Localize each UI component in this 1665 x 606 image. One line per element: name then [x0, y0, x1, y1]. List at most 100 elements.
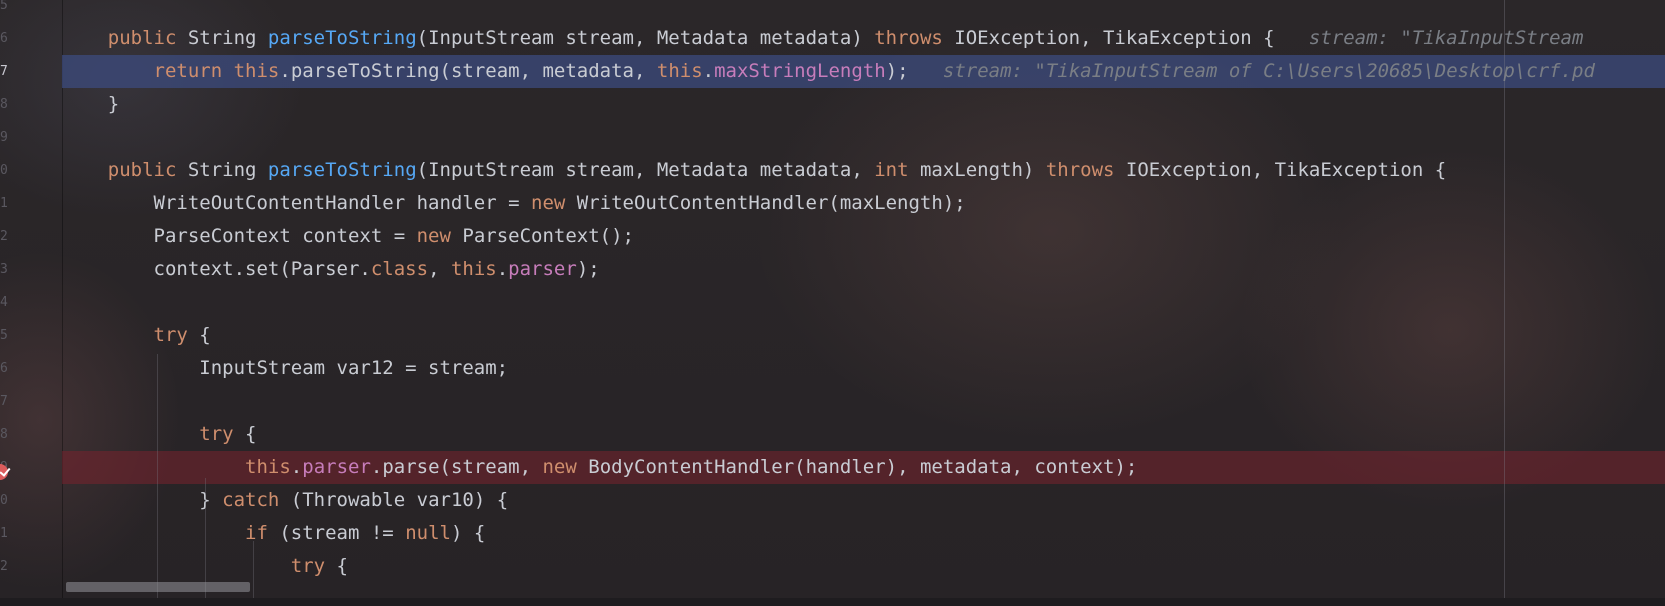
keyword-token: this: [450, 258, 497, 280]
line-number[interactable]: 7: [0, 55, 10, 88]
keyword-token: public: [107, 159, 177, 181]
code-token: WriteOutContentHandler handler =: [62, 192, 531, 214]
code-line[interactable]: if (stream != null) {: [62, 517, 1665, 550]
line-number-gutter[interactable]: 567890123456789012: [0, 0, 63, 606]
line-number[interactable]: 6: [0, 22, 10, 55]
code-token: (InputStream stream, Metadata metadata): [416, 27, 875, 49]
horizontal-scrollbar-thumb[interactable]: [66, 582, 250, 592]
keyword-token: class: [370, 258, 429, 280]
keyword-token: throws: [1045, 159, 1115, 181]
line-number[interactable]: 0: [0, 484, 10, 517]
code-line[interactable]: public String parseToString(InputStream …: [62, 154, 1665, 187]
field-token: parser: [508, 258, 577, 280]
keyword-token: new: [542, 456, 577, 478]
code-token: );: [885, 60, 943, 82]
field-token: parser: [302, 456, 371, 478]
code-line[interactable]: [62, 121, 1665, 154]
code-line[interactable]: try {: [62, 550, 1665, 583]
line-number[interactable]: 5: [0, 319, 10, 352]
breakpoint-line[interactable]: this.parser.parse(stream, new BodyConten…: [62, 451, 1665, 484]
code-token: maxLength): [908, 159, 1046, 181]
line-number[interactable]: 6: [0, 352, 10, 385]
field-token: maxStringLength: [714, 60, 886, 82]
code-token: );: [576, 258, 600, 280]
execution-line[interactable]: return this.parseToString(stream, metada…: [62, 55, 1665, 88]
code-token: WriteOutContentHandler(maxLength);: [565, 192, 966, 214]
code-token: String: [176, 159, 268, 181]
line-number[interactable]: 0: [0, 154, 10, 187]
code-line[interactable]: [62, 385, 1665, 418]
code-token: .parseToString(stream, metadata,: [279, 60, 657, 82]
line-number[interactable]: 5: [0, 0, 10, 22]
right-margin-guide: [1504, 0, 1505, 606]
editor-bottom-edge: [0, 598, 1665, 606]
keyword-token: null: [405, 522, 451, 544]
keyword-token: public: [107, 27, 177, 49]
keyword-token: if: [245, 522, 268, 544]
code-token: InputStream var12 = stream;: [62, 357, 509, 379]
keyword-token: this: [656, 60, 703, 82]
line-number[interactable]: 9: [0, 121, 10, 154]
code-token: IOException, TikaException {: [942, 27, 1309, 49]
method-token: parseToString: [267, 159, 417, 181]
code-token: String: [176, 27, 268, 49]
line-number[interactable]: 4: [0, 286, 10, 319]
keyword-token: catch: [222, 489, 280, 511]
code-token: (InputStream stream, Metadata metadata,: [416, 159, 875, 181]
code-line[interactable]: try {: [62, 319, 1665, 352]
line-number[interactable]: 7: [0, 385, 10, 418]
code-token: }: [62, 489, 223, 511]
keyword-token: throws: [874, 27, 943, 49]
code-token: .parse(stream,: [370, 456, 543, 478]
line-number[interactable]: 3: [0, 253, 10, 286]
inline-value-hint: stream: "TikaInputStream of C:\Users\206…: [942, 60, 1595, 82]
line-number[interactable]: 2: [0, 220, 10, 253]
keyword-token: int: [874, 159, 909, 181]
code-token: {: [187, 324, 211, 346]
code-token: IOException, TikaException {: [1114, 159, 1447, 181]
code-line[interactable]: InputStream var12 = stream;: [62, 352, 1665, 385]
line-number[interactable]: 8: [0, 418, 10, 451]
code-token: }: [62, 93, 120, 115]
keyword-token: try: [153, 324, 188, 346]
code-line[interactable]: }: [62, 88, 1665, 121]
keyword-token: try: [199, 423, 234, 445]
code-token: ParseContext context =: [62, 225, 417, 247]
code-line[interactable]: WriteOutContentHandler handler = new Wri…: [62, 187, 1665, 220]
code-token: {: [325, 555, 348, 577]
indent-guide: [157, 354, 158, 606]
keyword-token: this: [233, 60, 280, 82]
inline-value-hint: stream: "TikaInputStream: [1308, 27, 1584, 49]
code-line[interactable]: } catch (Throwable var10) {: [62, 484, 1665, 517]
code-token: ParseContext();: [450, 225, 634, 247]
code-editor[interactable]: 567890123456789012 public String parseTo…: [0, 0, 1665, 606]
horizontal-scrollbar[interactable]: [62, 580, 1665, 592]
code-line[interactable]: public String parseToString(InputStream …: [62, 22, 1665, 55]
code-line[interactable]: [62, 0, 1665, 22]
method-token: parseToString: [267, 27, 417, 49]
line-number[interactable]: 2: [0, 550, 10, 583]
code-line[interactable]: ParseContext context = new ParseContext(…: [62, 220, 1665, 253]
keyword-token: return: [153, 60, 223, 82]
code-token: {: [233, 423, 257, 445]
code-token: ) {: [450, 522, 486, 544]
keyword-token: this: [245, 456, 291, 478]
keyword-token: new: [416, 225, 451, 247]
code-token: .: [702, 60, 715, 82]
code-line[interactable]: context.set(Parser.class, this.parser);: [62, 253, 1665, 286]
code-line[interactable]: [62, 286, 1665, 319]
line-number[interactable]: 1: [0, 517, 10, 550]
code-token: (stream !=: [267, 522, 406, 544]
line-number[interactable]: 8: [0, 88, 10, 121]
code-token: .: [496, 258, 509, 280]
line-number[interactable]: 1: [0, 187, 10, 220]
code-line[interactable]: try {: [62, 418, 1665, 451]
